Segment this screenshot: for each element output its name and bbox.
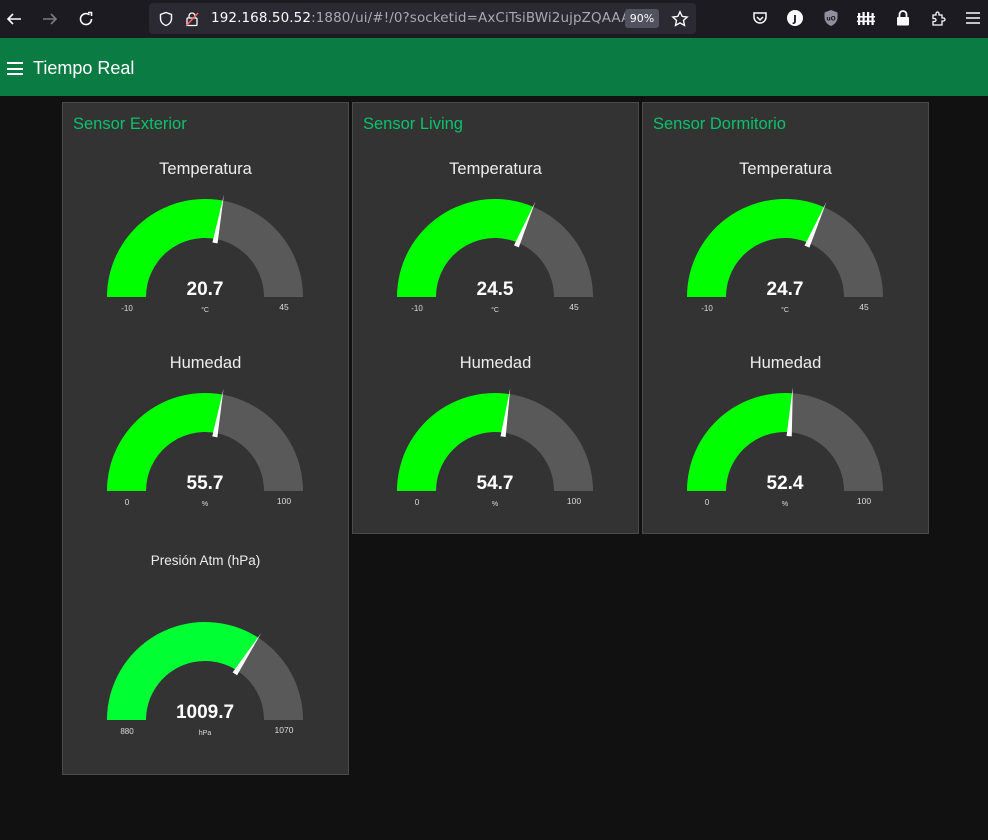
gauge-value: 52.4 bbox=[767, 473, 804, 494]
menu-toggle-icon[interactable] bbox=[7, 62, 23, 75]
extensions-puzzle-icon[interactable] bbox=[928, 8, 948, 28]
gauge-max: 45 bbox=[569, 302, 579, 312]
back-arrow-icon bbox=[6, 13, 21, 25]
gauge-units: °C bbox=[201, 306, 209, 314]
reload-icon bbox=[79, 11, 93, 26]
gauge-max: 100 bbox=[857, 496, 871, 506]
gauge-value: 1009.7 bbox=[176, 702, 234, 723]
humidity-gauge: 52.4% 0 100 bbox=[687, 387, 883, 508]
gauge-units: hPa bbox=[199, 730, 212, 737]
gauge-min: 0 bbox=[705, 498, 710, 507]
account-initial: J bbox=[792, 14, 797, 25]
gauge-title-temperatura: Temperatura bbox=[449, 160, 542, 178]
dashboard-title: Tiempo Real bbox=[33, 58, 135, 78]
browser-toolbar: 192.168.50.52:1880/ui/#!/0?socketid=AxCi… bbox=[0, 0, 988, 38]
humidity-gauge: 55.7% 0 100 bbox=[107, 388, 303, 508]
shield-icon[interactable] bbox=[156, 9, 175, 28]
gauge-value: 54.7 bbox=[477, 473, 514, 494]
zoom-level-badge[interactable]: 90% bbox=[625, 9, 659, 28]
gauge-title-humedad: Humedad bbox=[459, 354, 532, 372]
address-bar[interactable]: 192.168.50.52:1880/ui/#!/0?socketid=AxCi… bbox=[149, 3, 696, 34]
gauge-title-presion: Presión Atm (hPa) bbox=[150, 553, 261, 568]
gauge-units: °C bbox=[781, 306, 789, 314]
group-title: Sensor Dormitorio bbox=[653, 115, 786, 133]
gauge-min: -10 bbox=[411, 304, 423, 313]
gauge-fill bbox=[687, 199, 825, 297]
group-sensor-living: Sensor Living Temperatura 24.5 °C -10 45 Hu… bbox=[352, 102, 639, 534]
temperature-gauge: 24.5 °C -10 45 bbox=[397, 198, 593, 314]
gauge-min: -10 bbox=[701, 304, 713, 313]
gauge-min: -10 bbox=[121, 304, 133, 313]
gauge-units: % bbox=[492, 501, 498, 508]
gauge-min: 880 bbox=[120, 727, 134, 736]
pocket-icon[interactable] bbox=[750, 8, 770, 28]
temperature-gauge: 20.7 °C -10 45 bbox=[107, 194, 303, 314]
dashboard-header: Tiempo Real bbox=[0, 38, 988, 96]
gauge-units: % bbox=[202, 501, 208, 508]
padlock-extension-icon[interactable] bbox=[893, 8, 913, 28]
svg-text:uO: uO bbox=[826, 16, 835, 23]
group-title: Sensor Living bbox=[363, 115, 463, 133]
gauge-title-temperatura: Temperatura bbox=[739, 160, 832, 178]
bookmark-star-icon[interactable] bbox=[670, 9, 689, 28]
ublock-origin-icon[interactable]: uO bbox=[821, 8, 841, 28]
back-button[interactable] bbox=[2, 7, 26, 31]
app-menu-icon[interactable] bbox=[963, 8, 983, 28]
gauge-max: 45 bbox=[859, 302, 869, 312]
forward-arrow-icon bbox=[43, 13, 58, 25]
gauge-value: 24.5 bbox=[477, 279, 514, 300]
fence-extension-icon[interactable] bbox=[856, 8, 876, 28]
group-sensor-exterior: Sensor Exterior Temperatura 20.7 °C -10 45 … bbox=[62, 102, 349, 775]
gauge-value: 24.7 bbox=[767, 279, 804, 300]
gauge-title-humedad: Humedad bbox=[169, 354, 242, 372]
temperature-gauge: 24.7 °C -10 45 bbox=[687, 198, 883, 314]
reload-button[interactable] bbox=[74, 7, 98, 31]
gauge-units: % bbox=[782, 501, 788, 508]
gauge-title-humedad: Humedad bbox=[749, 354, 822, 372]
gauge-value: 55.7 bbox=[187, 473, 224, 494]
gauge-max: 100 bbox=[277, 496, 291, 506]
gauge-min: 0 bbox=[415, 498, 420, 507]
gauge-units: °C bbox=[491, 306, 499, 314]
insecure-lock-icon[interactable] bbox=[182, 9, 201, 28]
pressure-gauge: 1009.7 hPa 880 1070 bbox=[107, 621, 303, 737]
group-title: Sensor Exterior bbox=[73, 115, 187, 133]
group-sensor-dormitorio: Sensor Dormitorio Temperatura 24.7 °C -10 4… bbox=[642, 102, 929, 534]
account-avatar-icon[interactable]: J bbox=[785, 8, 805, 28]
forward-button[interactable] bbox=[38, 7, 62, 31]
gauge-max: 45 bbox=[279, 302, 289, 312]
gauge-title-temperatura: Temperatura bbox=[159, 160, 252, 178]
gauge-min: 0 bbox=[125, 498, 130, 507]
gauge-max: 100 bbox=[567, 496, 581, 506]
url-text: 192.168.50.52:1880/ui/#!/0?socketid=AxCi… bbox=[211, 10, 640, 26]
humidity-gauge: 54.7% 0 100 bbox=[397, 388, 593, 508]
gauge-max: 1070 bbox=[275, 725, 294, 735]
gauge-value: 20.7 bbox=[187, 279, 224, 300]
